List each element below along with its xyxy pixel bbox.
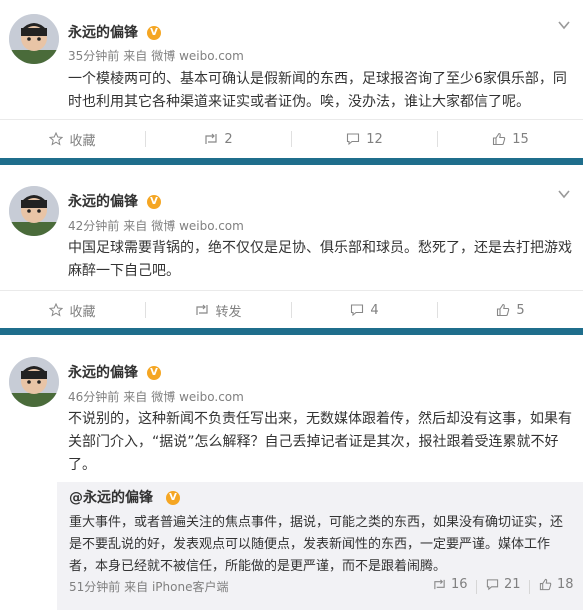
comment-icon [347, 133, 360, 146]
repost-button[interactable]: 转发 [146, 291, 291, 329]
favorite-label: 收藏 [69, 304, 96, 320]
post-time[interactable]: 35分钟前 [68, 49, 119, 63]
comment-button[interactable]: 12 [292, 120, 437, 158]
post-text: 一个模棱两可的、基本可确认是假新闻的东西，足球报咨询了至少6家俱乐部，同时也利用… [68, 71, 567, 110]
retweet-comment-count: 21 [504, 577, 521, 592]
repost-icon [205, 133, 217, 144]
retweet-like-button[interactable]: 18 [539, 577, 574, 592]
post-text: 中国足球需要背锅的，绝不仅仅是足协、俱乐部和球员。愁死了，还是去打把游戏麻醉一下… [68, 240, 572, 279]
post-source[interactable]: 微博 weibo.com [151, 390, 244, 404]
section-divider [0, 158, 583, 165]
post-meta: 46分钟前 来自 微博 weibo.com [68, 389, 248, 405]
comment-icon [351, 304, 364, 317]
source-prefix: 来自 [124, 580, 149, 594]
repost-button[interactable]: 2 [146, 120, 291, 158]
comment-count: 4 [370, 302, 379, 318]
source-prefix: 来自 [123, 49, 148, 63]
retweet-text: 重大事件，或者普遍关注的焦点事件，据说，可能之类的东西，如果没有确切证实，还是不… [69, 515, 564, 574]
weibo-card: 永远的偏锋 V 46分钟前 来自 微博 weibo.com 不说别的，这种新闻不负责… [0, 335, 583, 610]
action-bar: 收藏 2 12 15 [0, 119, 583, 158]
chevron-down-icon[interactable] [557, 18, 571, 32]
divider [476, 580, 477, 594]
retweet-repost-button[interactable]: 16 [433, 577, 468, 592]
star-icon [49, 303, 64, 317]
favorite-button[interactable]: 收藏 [0, 120, 145, 158]
retweet-like-count: 18 [557, 577, 574, 592]
comment-count: 12 [366, 131, 383, 147]
verified-icon: V [147, 366, 161, 380]
avatar[interactable] [9, 357, 59, 407]
retweet-meta: 51分钟前 来自 iPhone客户端 [69, 579, 228, 595]
comment-button[interactable]: 4 [292, 291, 437, 329]
retweet-comment-button[interactable]: 21 [486, 577, 521, 592]
repost-count: 2 [224, 131, 233, 147]
weibo-card: 永远的偏锋 V 42分钟前 来自 微博 weibo.com 中国足球需要背锅的，绝不… [0, 165, 583, 327]
post-text: 不说别的，这种新闻不负责任写出来，无数媒体跟着传，然后却没有这事，如果有关部门介… [68, 411, 572, 473]
like-count: 5 [516, 302, 525, 318]
favorite-label: 收藏 [69, 133, 96, 149]
post-source[interactable]: 微博 weibo.com [151, 219, 244, 233]
source-prefix: 来自 [123, 219, 148, 233]
repost-icon [196, 304, 209, 315]
section-divider [0, 328, 583, 335]
post-meta: 42分钟前 来自 微博 weibo.com [68, 218, 248, 234]
weibo-card: 永远的偏锋 V 35分钟前 来自 微博 weibo.com 一个模棱两可的、基本可确… [0, 0, 583, 158]
author-name[interactable]: 永远的偏锋 [68, 24, 138, 42]
like-count: 15 [512, 131, 529, 147]
retweet-actions: 16 21 18 [433, 577, 583, 597]
like-button[interactable]: 5 [438, 291, 583, 329]
source-prefix: 来自 [123, 390, 148, 404]
like-icon [493, 132, 506, 146]
retweet-block[interactable]: @永远的偏锋 V 重大事件，或者普遍关注的焦点事件，据说，可能之类的东西，如果没… [57, 482, 583, 610]
post-source[interactable]: 微博 weibo.com [151, 49, 244, 63]
avatar[interactable] [9, 186, 59, 236]
chevron-down-icon[interactable] [557, 187, 571, 201]
retweet-source[interactable]: iPhone客户端 [152, 580, 229, 594]
verified-icon: V [147, 195, 161, 209]
post-time[interactable]: 42分钟前 [68, 219, 119, 233]
verified-icon: V [166, 491, 180, 505]
favorite-button[interactable]: 收藏 [0, 291, 145, 329]
author-name[interactable]: 永远的偏锋 [68, 364, 138, 382]
comment-icon [486, 579, 499, 591]
like-icon [497, 303, 510, 317]
action-bar: 收藏 转发 4 5 [0, 290, 583, 329]
repost-icon [434, 579, 445, 590]
star-icon [49, 132, 64, 146]
avatar[interactable] [9, 14, 59, 64]
verified-icon: V [147, 26, 161, 40]
retweet-time[interactable]: 51分钟前 [69, 580, 120, 594]
divider [529, 580, 530, 594]
repost-label: 转发 [215, 304, 242, 320]
post-time[interactable]: 46分钟前 [68, 390, 119, 404]
like-button[interactable]: 15 [438, 120, 583, 158]
like-icon [539, 578, 552, 591]
retweet-repost-count: 16 [451, 577, 468, 592]
post-meta: 35分钟前 来自 微博 weibo.com [68, 48, 248, 64]
retweet-author[interactable]: @永远的偏锋 [69, 489, 153, 507]
author-name[interactable]: 永远的偏锋 [68, 193, 138, 211]
